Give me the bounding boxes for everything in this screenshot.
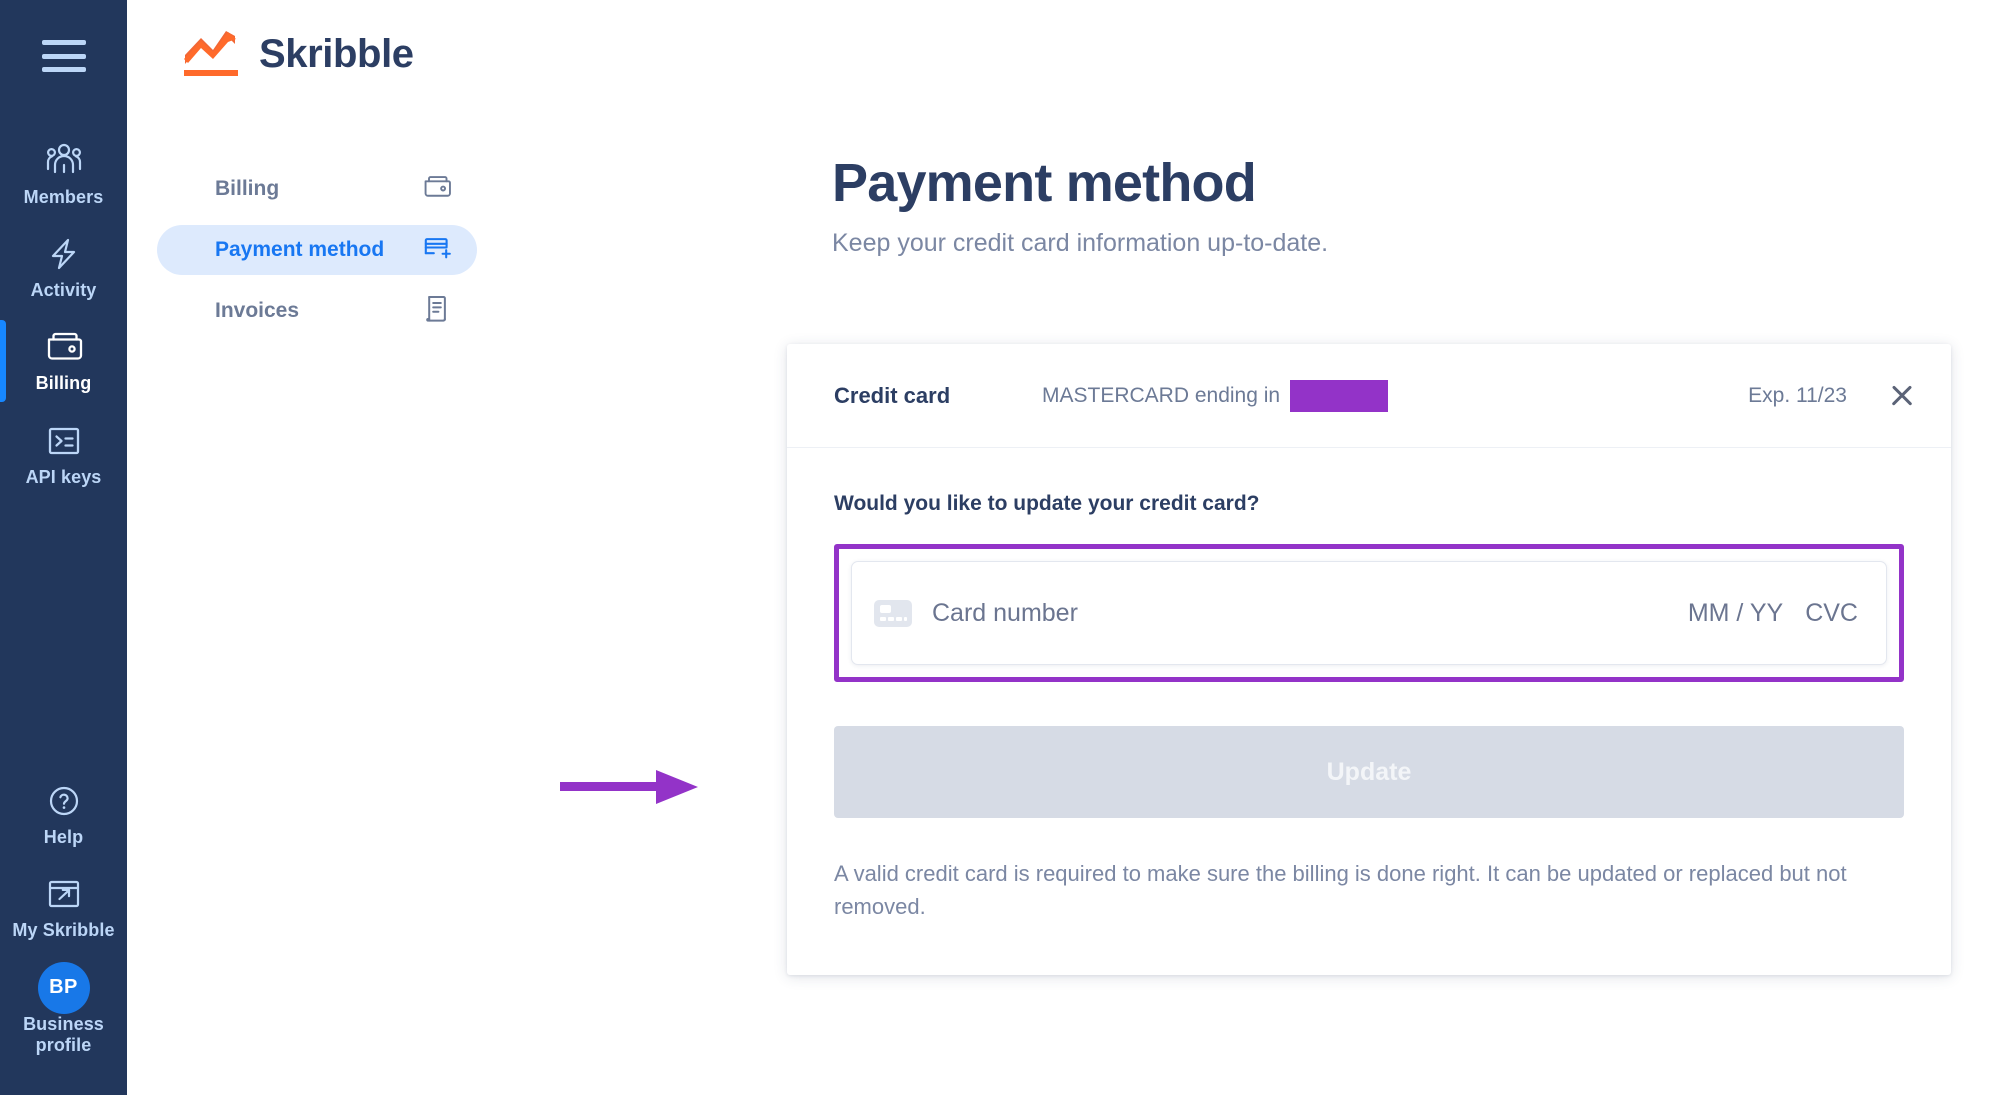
card-cvc-input[interactable]: CVC xyxy=(1805,599,1858,628)
brand-logo[interactable]: Skribble xyxy=(183,28,414,80)
app-root: Members Activity Billing API keys Help M… xyxy=(0,0,2000,1095)
submenu-item-label: Billing xyxy=(215,177,280,200)
sidebar-item-label: My Skribble xyxy=(12,920,115,941)
question-circle-icon xyxy=(45,781,83,821)
card-number-placeholder: Card number xyxy=(932,598,1078,627)
sidebar-item-label: Activity xyxy=(30,280,97,301)
submenu-item-payment-method[interactable]: Payment method xyxy=(157,225,477,275)
submenu-item-invoices[interactable]: Invoices xyxy=(157,286,477,336)
avatar-initials: BP xyxy=(37,961,90,1014)
credit-card-panel: Credit card MASTERCARD ending in Exp. 11… xyxy=(787,344,1951,976)
wallet-icon xyxy=(43,327,85,367)
billing-submenu: Billing Payment method Invoices xyxy=(157,164,477,347)
main-area: Skribble Billing Payment method Invoices… xyxy=(127,0,2000,1095)
sidebar-item-label: API keys xyxy=(25,466,102,487)
page-header: Payment method Keep your credit card inf… xyxy=(832,155,1328,258)
card-number-field[interactable]: Card number MM / YY CVC xyxy=(851,561,1887,665)
submenu-item-billing[interactable]: Billing xyxy=(157,164,477,214)
card-description: MASTERCARD ending in xyxy=(1042,379,1389,412)
credit-card-icon xyxy=(874,599,912,627)
card-description-text: MASTERCARD ending in xyxy=(1042,383,1281,407)
submenu-item-label: Payment method xyxy=(215,238,385,261)
annotation-arrow-icon xyxy=(560,768,702,806)
panel-title: Credit card xyxy=(834,382,951,408)
rail-bottom-items: Help My Skribble BP Business profile xyxy=(0,768,127,1095)
card-expiry-input[interactable]: MM / YY xyxy=(1688,599,1783,628)
sidebar-item-activity[interactable]: Activity xyxy=(0,221,127,314)
card-plus-icon xyxy=(421,233,453,268)
rail-primary-items: Members Activity Billing API keys xyxy=(0,128,127,501)
invoice-doc-icon xyxy=(423,293,453,330)
sidebar-item-label: Billing xyxy=(35,373,92,394)
sidebar-item-members[interactable]: Members xyxy=(0,128,127,221)
sidebar-item-label: Members xyxy=(23,187,104,207)
page-subtitle: Keep your credit card information up-to-… xyxy=(832,228,1329,257)
helper-text: A valid credit card is required to make … xyxy=(834,861,1847,919)
panel-body: Would you like to update your credit car… xyxy=(787,448,1951,975)
annotation-highlight-box: Card number MM / YY CVC xyxy=(834,544,1904,682)
submenu-item-label: Invoices xyxy=(215,299,300,322)
sidebar-item-business-profile[interactable]: BP Business profile xyxy=(0,955,127,1069)
avatar: BP xyxy=(37,961,90,1014)
update-button[interactable]: Update xyxy=(834,726,1904,818)
card-expiry: Exp. 11/23 xyxy=(1748,383,1847,407)
external-link-window-icon xyxy=(45,874,83,914)
sidebar-item-billing[interactable]: Billing xyxy=(0,314,127,407)
redaction-block xyxy=(1290,379,1389,412)
hamburger-menu-icon[interactable] xyxy=(41,40,86,72)
sidebar-item-my-skribble[interactable]: My Skribble xyxy=(0,861,127,954)
sidebar-item-label: Business profile xyxy=(23,1013,104,1055)
chart-zigzag-icon xyxy=(183,28,245,80)
card-extra-fields: MM / YY CVC xyxy=(1688,599,1858,628)
sidebar-item-api-keys[interactable]: API keys xyxy=(0,408,127,501)
close-icon[interactable] xyxy=(1887,381,1917,411)
sidebar-item-label: Help xyxy=(43,827,84,848)
sidebar-item-help[interactable]: Help xyxy=(0,768,127,861)
left-nav-rail: Members Activity Billing API keys Help M… xyxy=(0,0,127,1095)
brand-name: Skribble xyxy=(259,31,414,76)
wallet-icon xyxy=(421,172,453,207)
terminal-console-icon xyxy=(45,421,83,461)
form-question: Would you like to update your credit car… xyxy=(834,492,1260,515)
panel-header: Credit card MASTERCARD ending in Exp. 11… xyxy=(787,344,1951,448)
page-title: Payment method xyxy=(832,153,1257,213)
lightning-bolt-icon xyxy=(44,234,84,274)
members-group-icon xyxy=(42,141,86,181)
panel-header-right: Exp. 11/23 xyxy=(1748,381,1917,411)
